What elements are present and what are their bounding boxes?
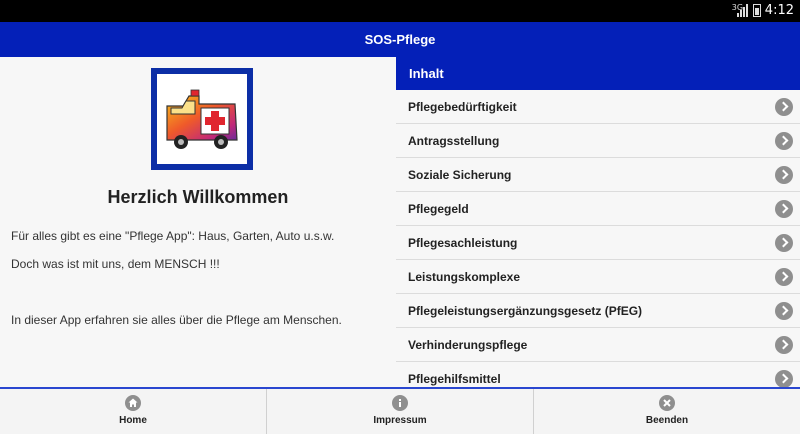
close-icon (659, 395, 675, 411)
intro-line-1: Für alles gibt es eine "Pflege App": Hau… (11, 229, 335, 243)
nav-beenden-label: Beenden (645, 415, 689, 426)
list-item-verhinderungspflege[interactable]: Verhinderungspflege (396, 328, 800, 362)
list-item-label: Leistungskomplexe (408, 270, 521, 284)
welcome-pane: Herzlich Willkommen Für alles gibt es ei… (0, 57, 396, 387)
info-icon (392, 395, 408, 411)
list-item-label: Pflegegeld (408, 202, 469, 216)
chevron-right-icon (775, 98, 793, 116)
nav-home-button[interactable]: Home (0, 389, 267, 434)
home-icon (125, 395, 141, 411)
chevron-right-icon (775, 234, 793, 252)
nav-home-label: Home (119, 415, 147, 426)
list-item-label: Pflegebedürftigkeit (408, 100, 517, 114)
list-item-label: Soziale Sicherung (408, 168, 512, 182)
clock: 4:12 (764, 3, 794, 18)
list-item-antragsstellung[interactable]: Antragsstellung (396, 124, 800, 158)
list-item-pfeg[interactable]: Pflegeleistungsergänzungsgesetz (PfEG) (396, 294, 800, 328)
chevron-right-icon (775, 302, 793, 320)
list-item-label: Pflegesachleistung (408, 236, 518, 250)
signal-icon: 3G (732, 3, 749, 17)
nav-impressum-label: Impressum (373, 415, 427, 426)
app-logo (151, 68, 253, 170)
chevron-right-icon (775, 166, 793, 184)
app-title-bar: SOS-Pflege (0, 22, 800, 57)
chevron-right-icon (775, 336, 793, 354)
list-item-pflegehilfsmittel[interactable]: Pflegehilfsmittel (396, 362, 800, 387)
nav-beenden-button[interactable]: Beenden (534, 389, 800, 434)
contents-header: Inhalt (396, 57, 800, 90)
chevron-right-icon (775, 370, 793, 387)
nav-impressum-button[interactable]: Impressum (267, 389, 534, 434)
list-item-soziale-sicherung[interactable]: Soziale Sicherung (396, 158, 800, 192)
list-item-label: Antragsstellung (408, 134, 500, 148)
list-item-label: Verhinderungspflege (408, 338, 528, 352)
list-item-pflegebeduerftigkeit[interactable]: Pflegebedürftigkeit (396, 90, 800, 124)
chevron-right-icon (775, 200, 793, 218)
status-bar: 3G 4:12 (0, 0, 800, 22)
list-item-label: Pflegehilfsmittel (408, 372, 501, 386)
bottom-nav: Home Impressum Beenden (0, 387, 800, 434)
list-item-pflegesachleistung[interactable]: Pflegesachleistung (396, 226, 800, 260)
intro-line-3: In dieser App erfahren sie alles über di… (11, 313, 342, 327)
app-title: SOS-Pflege (364, 32, 436, 47)
welcome-heading: Herzlich Willkommen (107, 187, 289, 207)
list-item-pflegegeld[interactable]: Pflegegeld (396, 192, 800, 226)
contents-list: Inhalt Pflegebedürftigkeit Antragsstellu… (396, 57, 800, 387)
chevron-right-icon (775, 132, 793, 150)
battery-icon (752, 4, 761, 17)
ambulance-icon (166, 89, 238, 149)
intro-line-2: Doch was ist mit uns, dem MENSCH !!! (11, 257, 220, 271)
list-item-label: Pflegeleistungsergänzungsgesetz (PfEG) (408, 304, 643, 318)
list-item-leistungskomplexe[interactable]: Leistungskomplexe (396, 260, 800, 294)
chevron-right-icon (775, 268, 793, 286)
